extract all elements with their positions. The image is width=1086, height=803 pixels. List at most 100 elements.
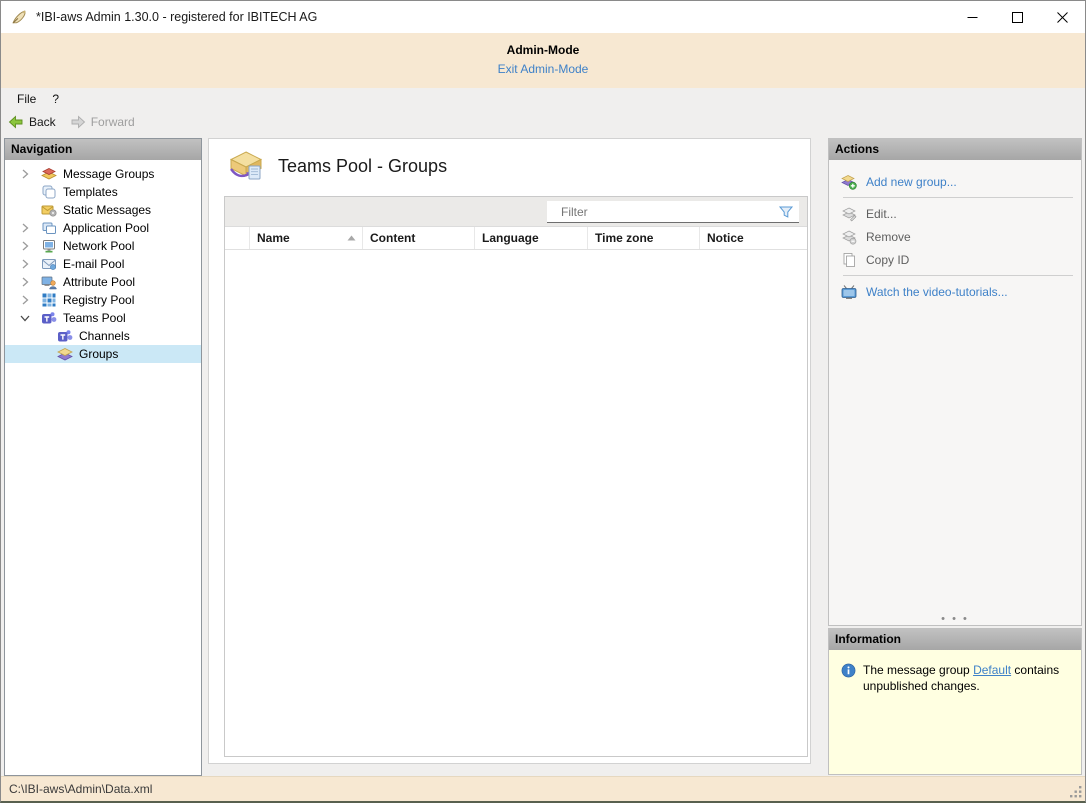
edit-icon xyxy=(841,206,857,222)
back-label: Back xyxy=(29,115,56,129)
groups-list-panel: Name Content Language Time zone Notice xyxy=(224,196,808,757)
add-group-icon xyxy=(841,174,857,190)
actions-list: Add new group... Edit... xyxy=(829,160,1081,303)
attribute-pool-icon xyxy=(41,274,57,290)
actions-header: Actions xyxy=(829,139,1081,160)
info-icon xyxy=(841,663,856,678)
nav-item-application-pool[interactable]: Application Pool xyxy=(5,219,201,237)
chevron-spacer xyxy=(17,184,33,200)
information-header: Information xyxy=(829,629,1081,650)
remove-icon xyxy=(841,229,857,245)
chevron-down-icon[interactable] xyxy=(17,310,33,326)
app-icon xyxy=(11,9,28,26)
toolbar: Back Forward xyxy=(1,110,1085,134)
email-pool-icon xyxy=(41,256,57,272)
action-label: Copy ID xyxy=(866,253,909,267)
chevron-right-icon[interactable] xyxy=(17,220,33,236)
menu-help[interactable]: ? xyxy=(44,92,67,106)
column-header-notice[interactable]: Notice xyxy=(700,227,807,249)
separator xyxy=(843,197,1073,198)
menu-bar: File ? xyxy=(1,88,1085,110)
nav-item-email-pool[interactable]: E-mail Pool xyxy=(5,255,201,273)
filter-funnel-icon[interactable] xyxy=(778,204,794,220)
table-header: Name Content Language Time zone Notice xyxy=(225,227,807,250)
minimize-icon xyxy=(967,12,978,23)
application-pool-icon xyxy=(41,220,57,236)
menu-file[interactable]: File xyxy=(9,92,44,106)
forward-button[interactable]: Forward xyxy=(63,110,142,134)
navigation-tree: Message Groups Templates xyxy=(5,160,201,363)
nav-label: E-mail Pool xyxy=(63,257,124,271)
maximize-button[interactable] xyxy=(995,1,1040,33)
column-header-spacer xyxy=(225,227,250,249)
window-title: *IBI-aws Admin 1.30.0 - registered for I… xyxy=(36,10,317,24)
chevron-right-icon[interactable] xyxy=(17,292,33,308)
nav-item-templates[interactable]: Templates xyxy=(5,183,201,201)
column-header-language[interactable]: Language xyxy=(475,227,588,249)
nav-item-attribute-pool[interactable]: Attribute Pool xyxy=(5,273,201,291)
title-bar: *IBI-aws Admin 1.30.0 - registered for I… xyxy=(1,1,1085,33)
teams-groups-page-icon xyxy=(229,151,263,181)
column-header-name[interactable]: Name xyxy=(250,227,363,249)
content-panel: Teams Pool - Groups Name xyxy=(208,138,811,764)
maximize-icon xyxy=(1012,12,1023,23)
action-edit[interactable]: Edit... xyxy=(829,202,1081,225)
chevron-right-icon[interactable] xyxy=(17,166,33,182)
filter-row xyxy=(225,197,807,227)
filter-field xyxy=(547,201,799,223)
nav-item-network-pool[interactable]: Network Pool xyxy=(5,237,201,255)
message-groups-icon xyxy=(41,166,57,182)
nav-item-registry-pool[interactable]: Registry Pool xyxy=(5,291,201,309)
filter-input[interactable] xyxy=(547,201,799,222)
column-header-content[interactable]: Content xyxy=(363,227,475,249)
admin-mode-label: Admin-Mode xyxy=(1,43,1085,57)
nav-item-groups[interactable]: Groups xyxy=(5,345,201,363)
close-button[interactable] xyxy=(1040,1,1085,33)
action-copy-id[interactable]: Copy ID xyxy=(829,248,1081,271)
nav-label: Message Groups xyxy=(63,167,154,181)
panel-splitter-handle[interactable]: • • • xyxy=(829,615,1081,623)
action-remove[interactable]: Remove xyxy=(829,225,1081,248)
default-group-link[interactable]: Default xyxy=(973,663,1011,677)
chevron-right-icon[interactable] xyxy=(17,238,33,254)
nav-label: Attribute Pool xyxy=(63,275,135,289)
nav-label: Application Pool xyxy=(63,221,149,235)
forward-label: Forward xyxy=(91,115,135,129)
window-controls xyxy=(950,1,1085,33)
action-add-new-group[interactable]: Add new group... xyxy=(829,170,1081,193)
nav-label: Templates xyxy=(63,185,118,199)
action-label: Add new group... xyxy=(866,175,957,189)
navigation-header: Navigation xyxy=(5,139,201,160)
app-window: *IBI-aws Admin 1.30.0 - registered for I… xyxy=(0,0,1086,803)
nav-item-channels[interactable]: Channels xyxy=(5,327,201,345)
navigation-panel: Navigation Message Groups xyxy=(4,138,202,776)
page-title: Teams Pool - Groups xyxy=(278,156,447,177)
nav-item-teams-pool[interactable]: Teams Pool xyxy=(5,309,201,327)
nav-label: Channels xyxy=(79,329,130,343)
templates-icon xyxy=(41,184,57,200)
status-file-path: C:\IBI-aws\Admin\Data.xml xyxy=(9,782,152,796)
actions-panel: Actions Add new group... xyxy=(828,138,1082,626)
chevron-right-icon[interactable] xyxy=(17,274,33,290)
information-panel: Information The message group Default co… xyxy=(828,628,1082,775)
nav-label: Static Messages xyxy=(63,203,151,217)
close-icon xyxy=(1057,12,1068,23)
registry-pool-icon xyxy=(41,292,57,308)
nav-item-message-groups[interactable]: Message Groups xyxy=(5,165,201,183)
page-header: Teams Pool - Groups xyxy=(209,139,810,193)
action-watch-video-tutorials[interactable]: Watch the video-tutorials... xyxy=(829,280,1081,303)
action-label: Watch the video-tutorials... xyxy=(866,285,1008,299)
column-header-timezone[interactable]: Time zone xyxy=(588,227,700,249)
status-bar: C:\IBI-aws\Admin\Data.xml xyxy=(1,776,1085,801)
nav-label: Registry Pool xyxy=(63,293,134,307)
copy-id-icon xyxy=(841,252,857,268)
teams-channels-icon xyxy=(57,328,73,344)
nav-label: Groups xyxy=(79,347,118,361)
tv-icon xyxy=(841,284,857,300)
exit-admin-mode-link[interactable]: Exit Admin-Mode xyxy=(498,62,589,76)
nav-item-static-messages[interactable]: Static Messages xyxy=(5,201,201,219)
minimize-button[interactable] xyxy=(950,1,995,33)
chevron-right-icon[interactable] xyxy=(17,256,33,272)
back-button[interactable]: Back xyxy=(1,110,63,134)
resize-grip[interactable] xyxy=(1069,785,1082,798)
